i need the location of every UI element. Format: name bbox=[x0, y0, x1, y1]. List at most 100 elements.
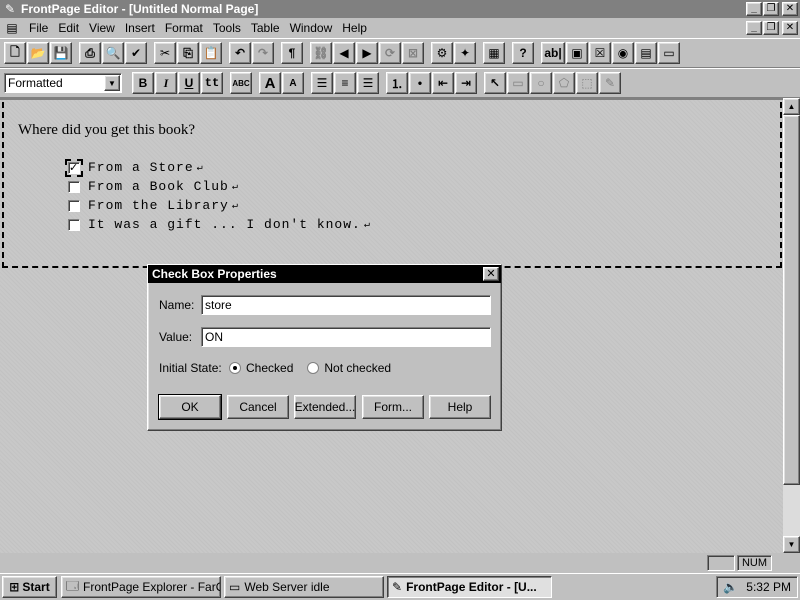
insert-table-icon[interactable]: ▦ bbox=[483, 42, 505, 64]
title-bar: ✎ FrontPage Editor - [Untitled Normal Pa… bbox=[0, 0, 800, 18]
dropdown-menu-field-icon[interactable]: ▤ bbox=[635, 42, 657, 64]
menu-format[interactable]: Format bbox=[160, 21, 208, 35]
restore-button[interactable]: ❐ bbox=[763, 2, 779, 16]
forward-icon[interactable]: ▶ bbox=[356, 42, 378, 64]
form-region[interactable]: Where did you get this book? ✓ From a St… bbox=[2, 102, 782, 268]
highlight-hotspots-icon[interactable]: ⬚ bbox=[576, 72, 598, 94]
task-frontpage-explorer[interactable]: 🗔 FrontPage Explorer - FarO... bbox=[61, 576, 221, 598]
copy-icon[interactable]: ⎘ bbox=[177, 42, 199, 64]
menu-view[interactable]: View bbox=[84, 21, 120, 35]
radio-button-field-icon[interactable]: ◉ bbox=[612, 42, 634, 64]
decrease-font-size-button[interactable]: A bbox=[282, 72, 304, 94]
checkbox-store[interactable]: ✓ bbox=[65, 158, 83, 177]
close-button[interactable]: ✕ bbox=[782, 2, 798, 16]
menu-tools[interactable]: Tools bbox=[208, 21, 246, 35]
refresh-icon[interactable]: ⟳ bbox=[379, 42, 401, 64]
text-color-button[interactable]: ABC bbox=[230, 72, 252, 94]
dialog-close-button[interactable]: ✕ bbox=[483, 267, 499, 281]
speaker-icon[interactable]: 🔈 bbox=[723, 580, 738, 594]
document-icon[interactable]: ▤ bbox=[4, 21, 20, 35]
menu-insert[interactable]: Insert bbox=[120, 21, 160, 35]
show-paragraph-marks-icon[interactable]: ¶ bbox=[281, 42, 303, 64]
start-button[interactable]: ⊞ Start bbox=[2, 576, 57, 598]
rectangle-hotspot-icon[interactable]: ▭ bbox=[507, 72, 529, 94]
checkbox-field-icon[interactable]: ☒ bbox=[589, 42, 611, 64]
scroll-thumb[interactable] bbox=[783, 115, 800, 485]
align-center-icon[interactable]: ≡ bbox=[334, 72, 356, 94]
menu-file[interactable]: File bbox=[24, 21, 53, 35]
initial-state-row: Initial State: Checked Not checked bbox=[159, 361, 391, 375]
print-preview-icon[interactable]: 🔍 bbox=[102, 42, 124, 64]
new-page-icon[interactable]: 🗋 bbox=[4, 42, 26, 64]
task-label: FrontPage Editor - [U... bbox=[406, 580, 537, 594]
align-right-icon[interactable]: ☰ bbox=[357, 72, 379, 94]
cancel-button[interactable]: Cancel bbox=[227, 395, 289, 419]
cut-icon[interactable]: ✂ bbox=[154, 42, 176, 64]
spelling-icon[interactable]: ✔ bbox=[125, 42, 147, 64]
bold-button[interactable]: B bbox=[132, 72, 154, 94]
redo-icon[interactable]: ↷ bbox=[252, 42, 274, 64]
doc-restore-button[interactable]: ❐ bbox=[763, 21, 779, 35]
extended-button[interactable]: Extended... bbox=[294, 395, 356, 419]
chevron-down-icon[interactable]: ▼ bbox=[104, 75, 120, 91]
open-folder-icon[interactable]: 📂 bbox=[27, 42, 49, 64]
vertical-scrollbar[interactable]: ▲ ▼ bbox=[783, 98, 800, 553]
checked-radio-label[interactable]: Checked bbox=[246, 361, 293, 375]
form-button[interactable]: Form... bbox=[362, 395, 424, 419]
checked-radio[interactable] bbox=[229, 362, 241, 374]
scroll-up-icon[interactable]: ▲ bbox=[783, 98, 800, 115]
menu-window[interactable]: Window bbox=[285, 21, 338, 35]
back-icon[interactable]: ◀ bbox=[333, 42, 355, 64]
stop-icon[interactable]: ⊠ bbox=[402, 42, 424, 64]
doc-close-button[interactable]: ✕ bbox=[782, 21, 798, 35]
circle-hotspot-icon[interactable]: ○ bbox=[530, 72, 552, 94]
italic-button[interactable]: I bbox=[155, 72, 177, 94]
polygon-hotspot-icon[interactable]: ⬠ bbox=[553, 72, 575, 94]
scheduled-image-icon[interactable]: ✦ bbox=[454, 42, 476, 64]
name-field[interactable]: store bbox=[201, 295, 491, 315]
initial-state-label: Initial State: bbox=[159, 361, 222, 375]
numbered-list-icon[interactable]: ⒈ bbox=[386, 72, 408, 94]
task-web-server[interactable]: ▭ Web Server idle bbox=[224, 576, 384, 598]
windows-logo-icon: ⊞ bbox=[9, 580, 20, 594]
select-pointer-icon[interactable]: ↖ bbox=[484, 72, 506, 94]
ok-button[interactable]: OK bbox=[158, 394, 222, 420]
align-left-icon[interactable]: ☰ bbox=[311, 72, 333, 94]
minimize-button[interactable]: _ bbox=[746, 2, 762, 16]
menu-help[interactable]: Help bbox=[337, 21, 372, 35]
help-pointer-icon[interactable]: ? bbox=[512, 42, 534, 64]
print-icon[interactable]: ⎙ bbox=[79, 42, 101, 64]
increase-font-size-button[interactable]: A bbox=[259, 72, 281, 94]
not-checked-radio-label[interactable]: Not checked bbox=[324, 361, 391, 375]
checkbox-library[interactable] bbox=[68, 199, 80, 212]
checkbox-gift[interactable] bbox=[68, 218, 80, 231]
task-frontpage-editor[interactable]: ✎ FrontPage Editor - [U... bbox=[387, 576, 552, 598]
increase-indent-icon[interactable]: ⇥ bbox=[455, 72, 477, 94]
textbox-field-icon[interactable]: ab| bbox=[541, 42, 565, 64]
undo-icon[interactable]: ↶ bbox=[229, 42, 251, 64]
checkbox-row-gift: It was a gift ... I don't know. ↵ bbox=[68, 217, 371, 232]
not-checked-radio[interactable] bbox=[307, 362, 320, 374]
scroll-down-icon[interactable]: ▼ bbox=[783, 536, 800, 553]
save-icon[interactable]: 💾 bbox=[50, 42, 72, 64]
make-transparent-icon[interactable]: ✎ bbox=[599, 72, 621, 94]
bulleted-list-icon[interactable]: • bbox=[409, 72, 431, 94]
menu-table[interactable]: Table bbox=[246, 21, 285, 35]
clock[interactable]: 5:32 PM bbox=[746, 580, 791, 594]
decrease-indent-icon[interactable]: ⇤ bbox=[432, 72, 454, 94]
menu-edit[interactable]: Edit bbox=[53, 21, 84, 35]
value-field[interactable]: ON bbox=[201, 327, 491, 347]
value-row: Value: ON bbox=[159, 327, 491, 347]
link-icon[interactable]: ⛓ bbox=[310, 42, 332, 64]
status-bar: NUM bbox=[0, 553, 800, 573]
push-button-field-icon[interactable]: ▭ bbox=[658, 42, 680, 64]
checkbox-book-club[interactable] bbox=[68, 180, 80, 193]
help-button[interactable]: Help bbox=[429, 395, 491, 419]
typewriter-button[interactable]: tt bbox=[201, 72, 223, 94]
underline-button[interactable]: U bbox=[178, 72, 200, 94]
paste-icon[interactable]: 📋 bbox=[200, 42, 222, 64]
web-bot-icon[interactable]: ⚙ bbox=[431, 42, 453, 64]
paragraph-style-select[interactable]: Formatted ▼ bbox=[4, 73, 122, 93]
scrolling-textbox-icon[interactable]: ▣ bbox=[566, 42, 588, 64]
doc-minimize-button[interactable]: _ bbox=[746, 21, 762, 35]
